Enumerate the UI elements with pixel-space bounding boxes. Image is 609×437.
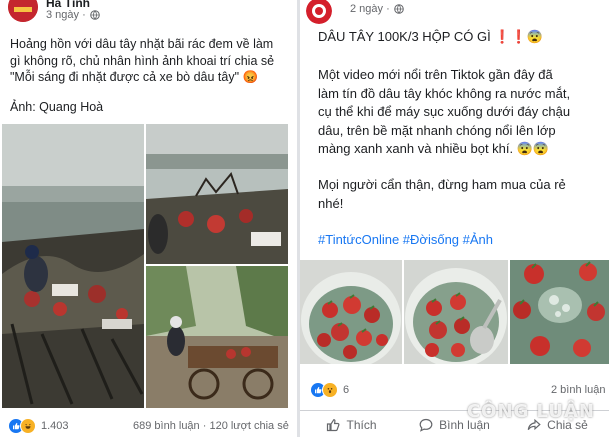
like-button[interactable]: Thích [300,411,403,437]
comment-count[interactable]: 689 bình luận [133,420,200,432]
like-label: Thích [346,417,377,432]
globe-icon [393,4,404,14]
post-time[interactable]: 3 ngày · [46,9,100,21]
post-warning: Mọi người cẩn thận, đừng ham mua của rẻ … [318,175,606,213]
warning-line: nhé! [318,196,344,211]
paragraph-line: Một video mới nổi trên Tiktok gần đây đã [318,67,553,82]
comment-share-stats[interactable]: 689 bình luận · 120 lượt chia sẻ [133,420,289,432]
post-text-line: gì không rõ, chủ nhân hình ảnh khoai trí… [10,53,275,68]
reaction-summary[interactable]: 1.403 [8,418,69,434]
left-post: Hà Tĩnh 3 ngày · Hoảng hồn với dâu tây n… [0,0,297,437]
photo-credit: Ảnh: Quang Hoà [10,100,104,114]
warning-line: Mọi người cẩn thận, đừng ham mua của rẻ [318,177,566,192]
right-post: 2 ngày · DÂU TÂY 100K/3 HỘP CÓ GÌ ❗❗😨 Mộ… [300,0,609,437]
photo-strawberry-bowl-spoon[interactable] [404,260,508,364]
photo-strawberry-bowl[interactable] [300,260,402,364]
page-avatar[interactable] [8,0,38,22]
photo-landfill-worker[interactable] [2,124,144,408]
post-text-line: "Mỗi sáng đi nhặt được cả xe bò dâu tây"… [10,70,259,84]
hashtags[interactable]: #TintứcOnline #Đờisống #Ảnh [318,232,493,247]
post-time[interactable]: 2 ngày · [350,3,404,15]
paragraph-line: màng xanh xanh và nhiều bọt khí. 😨😨 [318,141,550,156]
share-count[interactable]: · 120 lượt chia sẻ [203,420,289,432]
photo-strawberry-bowl-foam[interactable] [510,260,609,364]
haha-reaction-icon [20,418,36,434]
comment-action-icon [419,418,433,432]
post-headline: DÂU TÂY 100K/3 HỘP CÓ GÌ ❗❗😨 [318,29,543,44]
wow-reaction-icon [322,382,338,398]
reaction-count: 1.403 [41,420,69,432]
paragraph-line: làm tín đồ dâu tây khóc không ra nước mắ… [318,85,571,101]
photo-strawberry-pile[interactable] [146,124,288,264]
time-label: 3 ngày · [46,9,86,21]
page-avatar[interactable] [306,0,332,24]
paragraph-line: cụ thể khi để máy sục xuống dưới đáy chậ… [318,104,571,119]
photo-oxcart[interactable] [146,266,288,408]
post-text: Hoảng hồn với dâu tây nhặt bãi rác đem v… [10,36,295,86]
reaction-count: 6 [343,384,350,396]
comment-count[interactable]: 2 bình luận [551,384,605,396]
like-action-icon [326,418,340,432]
globe-icon [89,10,100,20]
post-paragraph: Một video mới nổi trên Tiktok gần đây đã… [318,66,606,159]
paragraph-line: dâu, trên bề mặt nhanh chóng nổi lên lớp [318,122,556,138]
post-text-line: Hoảng hồn với dâu tây nhặt bãi rác đem v… [10,37,274,51]
time-label: 2 ngày · [350,3,390,15]
watermark-logo: CÔNG LUẬN [467,401,595,422]
reaction-summary[interactable]: 6 [310,382,349,398]
watermark-text: CÔNG LUẬN [466,401,595,422]
